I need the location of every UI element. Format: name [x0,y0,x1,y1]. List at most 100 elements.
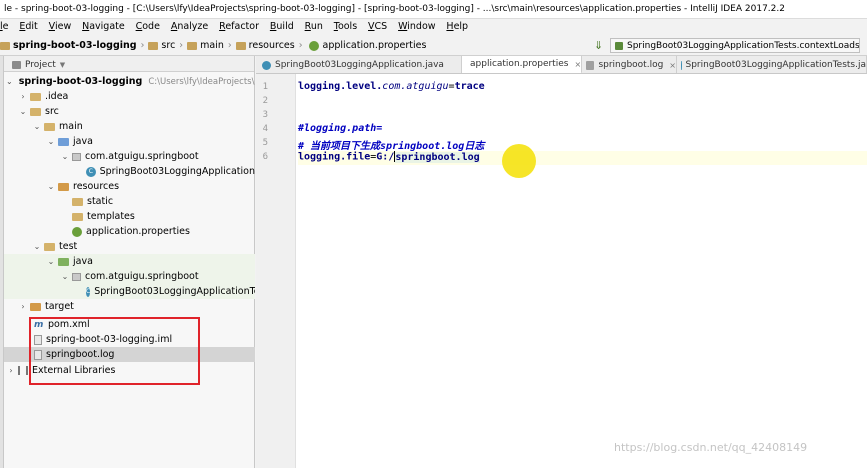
project-panel: Project ▼ ⌄ spring-boot-03-logging C:\Us… [4,56,255,468]
folder-icon [235,41,246,50]
expand-down-icon[interactable]: ⌄ [32,122,42,131]
tree-item-src[interactable]: ⌄ src [4,104,255,119]
menu-window[interactable]: Window [398,21,435,32]
menu-refactor[interactable]: Refactor [219,21,259,32]
tree-item-label: main [59,121,83,132]
tree-item-label: com.atguigu.springboot [85,271,199,282]
expand-down-icon[interactable]: ⌄ [60,152,70,161]
chevron-right-icon: › [227,40,232,51]
property-key: logging.level. [298,81,383,92]
close-icon[interactable]: × [669,61,676,70]
folder-icon [30,92,41,101]
menu-run[interactable]: Run [305,21,323,32]
class-icon: C [86,166,96,177]
tab-application-properties[interactable]: application.properties × [462,56,582,73]
menu-build[interactable]: Build [270,21,294,32]
navigation-bar: spring-boot-03-logging › src › main › re… [0,36,867,56]
breadcrumb-file[interactable]: application.properties [323,40,427,51]
tree-item-label: application.properties [86,226,190,237]
tree-item-test-java[interactable]: ⌄ java [4,254,255,269]
menu-edit[interactable]: Edit [19,21,37,32]
tree-item-label: spring-boot-03-logging [18,76,143,87]
tree-item-main[interactable]: ⌄ main [4,119,255,134]
property-value-prefix: G:/ [376,151,395,163]
tree-item-application-class[interactable]: C SpringBoot03LoggingApplication [4,164,255,179]
expand-down-icon[interactable]: ⌄ [18,107,28,116]
expand-right-icon[interactable]: › [6,366,16,375]
expand-down-icon[interactable]: ⌄ [6,77,13,86]
code-line-6[interactable]: logging.file=G:/springboot.log [298,151,867,165]
tree-item-label: static [87,196,114,207]
tree-item-templates[interactable]: templates [4,209,255,224]
code-line-2[interactable] [298,95,867,109]
menu-help[interactable]: Help [446,21,468,32]
menu-analyze[interactable]: Analyze [171,21,208,32]
class-icon: C [86,286,91,297]
tab-application-java[interactable]: SpringBoot03LoggingApplication.java [258,56,462,73]
expand-down-icon[interactable]: ⌄ [60,272,70,281]
menu-vcs[interactable]: VCS [368,21,387,32]
tree-item-main-package[interactable]: ⌄ com.atguigu.springboot [4,149,255,164]
code-editor[interactable]: logging.level.com.atguigu=trace #logging… [298,74,867,468]
tab-springboot-log[interactable]: springboot.log × [582,56,677,73]
tab-label: SpringBoot03LoggingApplication.java [275,60,444,70]
resources-folder-icon [58,182,69,191]
run-configuration-select[interactable]: SpringBoot03LoggingApplicationTests.cont… [610,38,860,53]
chevron-right-icon: › [179,40,184,51]
breadcrumb-resources[interactable]: resources [249,40,295,51]
property-key: logging.file [298,151,371,163]
breadcrumb-project[interactable]: spring-boot-03-logging [13,40,137,51]
line-number: 5 [262,138,268,148]
log-file-icon [586,60,595,70]
menu-tools[interactable]: Tools [334,21,357,32]
breadcrumb-src[interactable]: src [161,40,175,51]
tree-item-idea[interactable]: › .idea [4,89,255,104]
tree-item-resources[interactable]: ⌄ resources [4,179,255,194]
menu-code[interactable]: Code [136,21,160,32]
tree-item-target[interactable]: › target [4,299,255,314]
class-icon [262,60,271,70]
properties-file-icon [72,226,82,237]
tree-item-test[interactable]: ⌄ test [4,239,255,254]
folder-icon [187,41,198,50]
tree-item-project-root[interactable]: ⌄ spring-boot-03-logging C:\Users\lfy\Id… [4,74,255,89]
tree-item-static[interactable]: static [4,194,255,209]
expand-right-icon[interactable]: › [18,92,28,101]
breadcrumb-main[interactable]: main [200,40,224,51]
expand-right-icon[interactable]: › [18,302,28,311]
tree-item-application-properties[interactable]: application.properties [4,224,255,239]
folder-icon [72,197,83,206]
menu-file[interactable]: le [0,21,9,32]
download-arrow-icon[interactable]: ⇓ [594,39,603,52]
tree-item-label: target [45,301,74,312]
package-icon [72,152,81,161]
code-line-3[interactable] [298,109,867,123]
menu-navigate[interactable]: Navigate [82,21,125,32]
watermark: https://blog.csdn.net/qq_42408149 [614,441,808,454]
chevron-down-icon[interactable]: ▼ [60,61,65,69]
folder-icon [72,212,83,221]
line-number: 1 [262,82,268,92]
code-line-4[interactable]: #logging.path= [298,123,867,137]
line-number-gutter: 1 2 3 4 5 6 [256,74,296,468]
code-line-1[interactable]: logging.level.com.atguigu=trace [298,81,867,95]
menu-view[interactable]: View [49,21,72,32]
tree-item-label: com.atguigu.springboot [85,151,199,162]
expand-down-icon[interactable]: ⌄ [46,137,56,146]
expand-down-icon[interactable]: ⌄ [46,257,56,266]
menu-bar: le Edit View Navigate Code Analyze Refac… [0,19,867,36]
expand-down-icon[interactable]: ⌄ [46,182,56,191]
code-line-5[interactable]: # 当前项目下生成springboot.log日志 [298,137,867,152]
tree-item-main-java[interactable]: ⌄ java [4,134,255,149]
tab-tests-java[interactable]: SpringBoot03LoggingApplicationTests.ja [677,56,867,73]
close-icon[interactable]: × [574,60,581,69]
source-folder-icon [58,137,69,146]
project-panel-header[interactable]: Project ▼ [4,56,254,72]
tree-item-label: java [73,136,93,147]
tree-item-test-package[interactable]: ⌄ com.atguigu.springboot [4,269,255,284]
property-value-filename: springboot.log [395,151,480,163]
tab-label: application.properties [470,59,569,69]
library-icon [18,366,28,375]
tree-item-tests-class[interactable]: C SpringBoot03LoggingApplicationTe [4,284,255,299]
expand-down-icon[interactable]: ⌄ [32,242,42,251]
